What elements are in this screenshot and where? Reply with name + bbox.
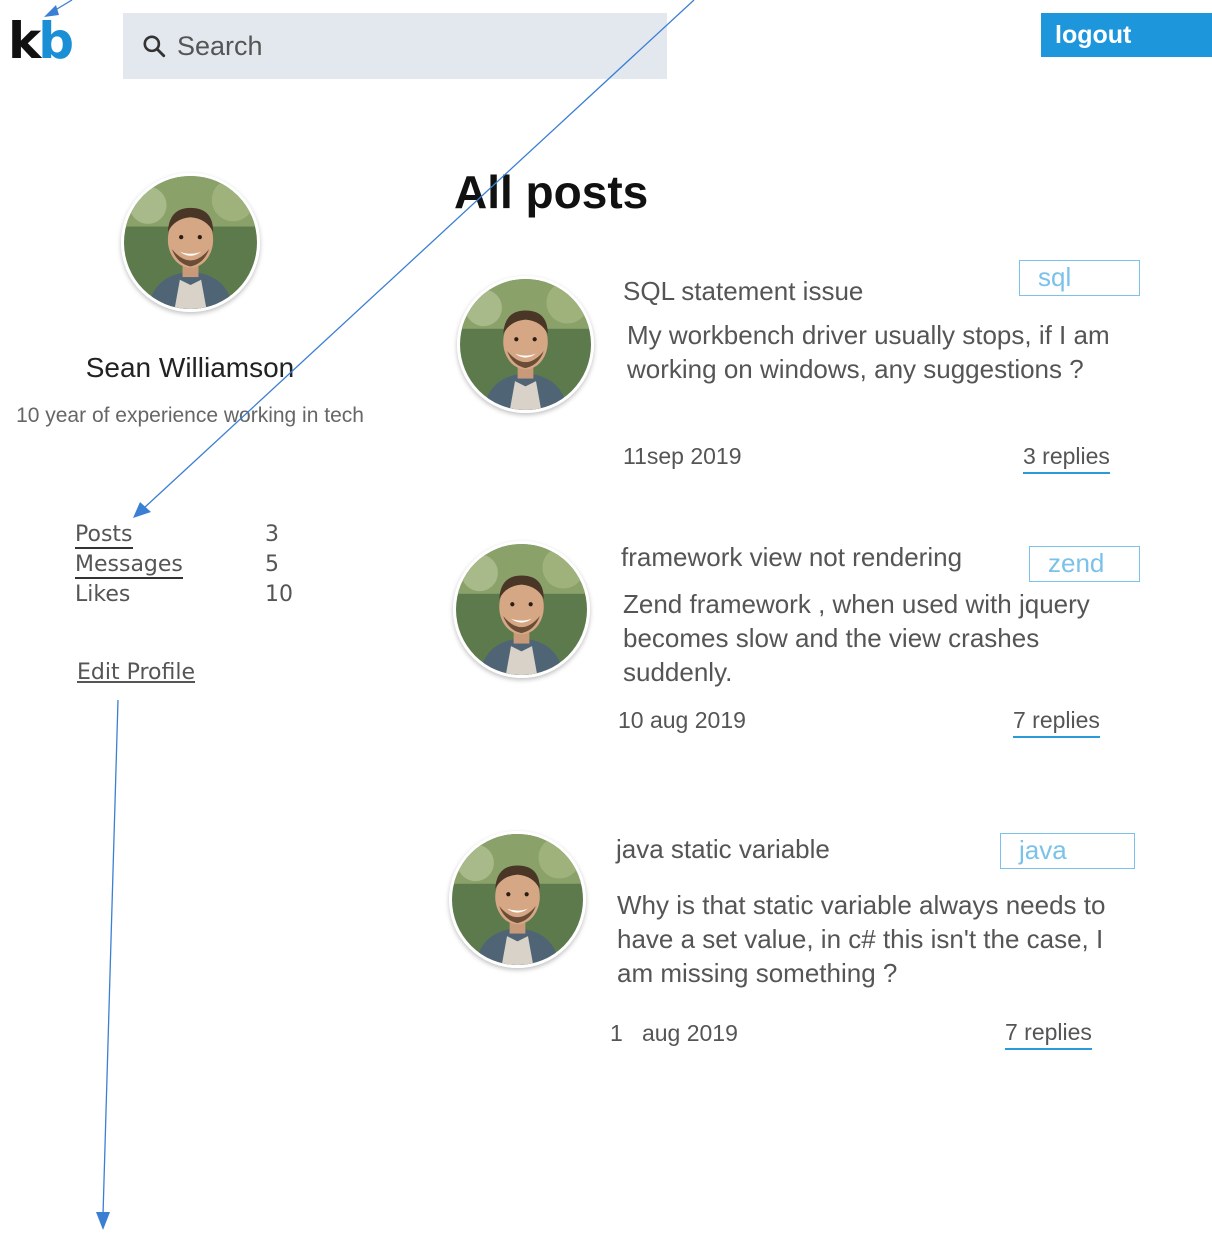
post-title[interactable]: java static variable	[616, 834, 830, 865]
stat-label-posts[interactable]: Posts	[75, 522, 133, 549]
post-author-avatar	[449, 831, 586, 968]
kb-logo[interactable]: kb	[8, 16, 74, 66]
post-tag[interactable]: java	[1000, 833, 1135, 869]
post-date: 11sep 2019	[623, 443, 742, 469]
stat-label-likes: Likes	[75, 582, 131, 607]
author-photo	[460, 279, 591, 410]
post-body: My workbench driver usually stops, if I …	[627, 320, 1110, 384]
post-replies-link[interactable]: 7 replies	[1005, 1019, 1092, 1050]
post-body: Zend framework , when used with jquery b…	[623, 589, 1090, 687]
page-title: All posts	[454, 166, 649, 218]
stat-value-messages: 5	[265, 552, 279, 577]
profile-photo	[124, 176, 257, 309]
logo-letter-b: b	[38, 12, 74, 70]
search-placeholder: Search	[177, 30, 263, 61]
profile-avatar	[121, 173, 260, 312]
post-tag[interactable]: sql	[1019, 260, 1140, 296]
post-body: Why is that static variable always needs…	[617, 890, 1106, 988]
stat-value-likes: 10	[265, 582, 293, 607]
search-icon	[143, 35, 166, 58]
post-date: 1 aug 2019	[610, 1020, 738, 1046]
arrow-line-from-edit	[102, 699, 119, 1216]
edit-profile-link[interactable]: Edit Profile	[77, 660, 195, 685]
author-photo	[452, 834, 583, 965]
post-replies-link[interactable]: 7 replies	[1013, 707, 1100, 738]
profile-name: Sean Williamson	[85, 352, 295, 383]
post-author-avatar	[453, 541, 590, 678]
stat-label-messages[interactable]: Messages	[75, 552, 183, 579]
post-tag[interactable]: zend	[1029, 546, 1140, 582]
arrow-head-edit	[96, 1212, 110, 1230]
post-replies-link[interactable]: 3 replies	[1023, 443, 1110, 474]
arrow-head-posts	[133, 502, 151, 518]
post-date: 10 aug 2019	[618, 707, 746, 733]
profile-bio: 10 year of experience working in tech	[16, 404, 364, 427]
stat-value-posts: 3	[265, 522, 279, 547]
post-title[interactable]: framework view not rendering	[621, 542, 962, 573]
post-author-avatar	[457, 276, 594, 413]
logout-button[interactable]: logout	[1041, 13, 1212, 57]
logo-letter-k: k	[8, 12, 41, 70]
post-title[interactable]: SQL statement issue	[623, 276, 863, 307]
arrow-line-to-logo	[51, 0, 73, 13]
author-photo	[456, 544, 587, 675]
search-input[interactable]: Search	[123, 13, 667, 79]
